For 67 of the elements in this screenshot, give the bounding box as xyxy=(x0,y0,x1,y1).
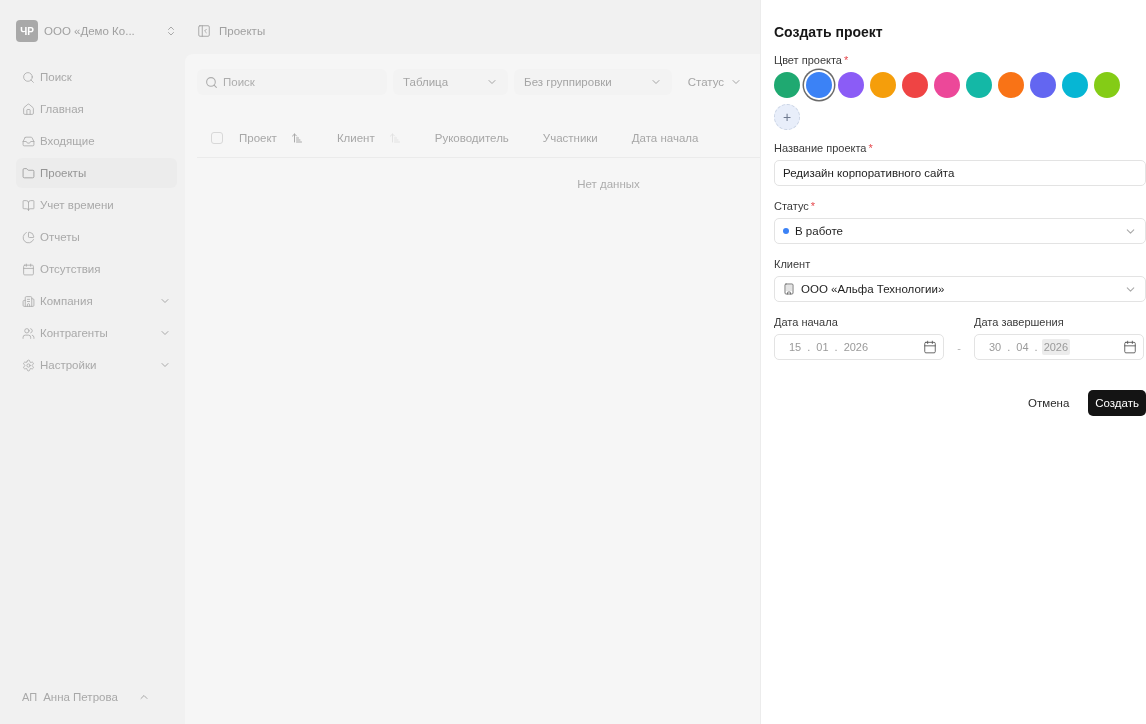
search-icon xyxy=(205,75,218,89)
field-label: Цвет проекта * xyxy=(774,54,850,66)
page-title: Проекты xyxy=(219,25,266,37)
settings-icon xyxy=(22,358,35,372)
column-header[interactable]: Дата начала xyxy=(631,131,699,144)
sidebar-toggle-icon[interactable] xyxy=(197,24,211,38)
color-swatch[interactable] xyxy=(774,72,800,98)
users-icon xyxy=(22,326,35,340)
building-icon xyxy=(783,283,795,295)
empty-message: Нет данных xyxy=(577,178,640,190)
inbox-icon xyxy=(22,134,35,148)
sidebar-item[interactable]: Поиск xyxy=(16,62,177,92)
color-swatch[interactable] xyxy=(838,72,864,98)
color-swatch[interactable] xyxy=(1062,72,1088,98)
column-header[interactable]: Клиент xyxy=(336,131,375,144)
pie-chart-icon xyxy=(22,230,35,244)
field-label: Дата завершения xyxy=(974,316,1065,328)
color-swatch[interactable] xyxy=(1094,72,1120,98)
user-name[interactable]: Анна Петрова xyxy=(43,691,118,703)
home-icon xyxy=(22,102,35,116)
color-swatch[interactable] xyxy=(998,72,1024,98)
sidebar-item[interactable]: Отсутствия xyxy=(16,254,177,284)
calendar-icon xyxy=(22,262,35,276)
color-swatch[interactable] xyxy=(902,72,928,98)
column-header[interactable]: Участники xyxy=(542,131,598,144)
date-field[interactable]: 30 . 04 . 2026 xyxy=(974,334,1144,360)
calendar-icon[interactable] xyxy=(1123,340,1137,354)
user-avatar[interactable]: АП xyxy=(22,691,38,703)
filter-button[interactable]: Статус xyxy=(677,69,753,95)
field-label: Клиент xyxy=(774,258,812,270)
field-label: Дата начала xyxy=(774,316,839,328)
column-header[interactable]: Проект xyxy=(239,131,277,144)
color-swatch[interactable] xyxy=(1030,72,1056,98)
search-icon xyxy=(22,70,35,84)
folder-icon xyxy=(22,166,35,180)
calendar-icon[interactable] xyxy=(923,340,937,354)
client-select[interactable]: ООО «Альфа Технологии» xyxy=(774,276,1146,302)
color-swatch[interactable] xyxy=(966,72,992,98)
add-color-button[interactable]: + xyxy=(774,104,800,130)
sidebar-item[interactable]: Компания xyxy=(16,286,177,316)
sidebar-item[interactable]: Главная xyxy=(16,94,177,124)
sidebar-item[interactable]: Проекты xyxy=(16,158,177,188)
project-name-field[interactable]: Редизайн корпоративного сайта xyxy=(774,160,1146,186)
chevrons-icon[interactable] xyxy=(165,25,177,37)
sidebar-item[interactable]: Отчеты xyxy=(16,222,177,252)
sort-icon[interactable] xyxy=(290,131,303,144)
date-field[interactable]: 15 . 01 . 2026 xyxy=(774,334,944,360)
organization-name[interactable]: ООО «Демо Ко... xyxy=(44,25,159,37)
create-button[interactable]: Создать xyxy=(1088,390,1146,416)
sidebar-item[interactable]: Входящие xyxy=(16,126,177,156)
color-swatch[interactable] xyxy=(806,72,832,98)
range-dash: - xyxy=(956,342,962,354)
cancel-button[interactable]: Отмена xyxy=(1021,390,1077,416)
sidebar-item[interactable]: Контрагенты xyxy=(16,318,177,348)
field-label: Название проекта * xyxy=(774,142,874,154)
column-header[interactable]: Руководитель xyxy=(434,131,509,144)
panel-title: Создать проект xyxy=(774,24,884,40)
sidebar-item[interactable]: Учет времени xyxy=(16,190,177,220)
color-swatch[interactable] xyxy=(870,72,896,98)
field-label: Статус * xyxy=(774,200,817,212)
color-swatch[interactable] xyxy=(934,72,960,98)
status-select[interactable]: В работе xyxy=(774,218,1146,244)
book-icon xyxy=(22,198,35,212)
company-logo: ЧР xyxy=(16,20,38,42)
building-icon xyxy=(22,294,35,308)
sidebar-item[interactable]: Настройки xyxy=(16,350,177,380)
select-all-checkbox[interactable] xyxy=(211,131,223,144)
